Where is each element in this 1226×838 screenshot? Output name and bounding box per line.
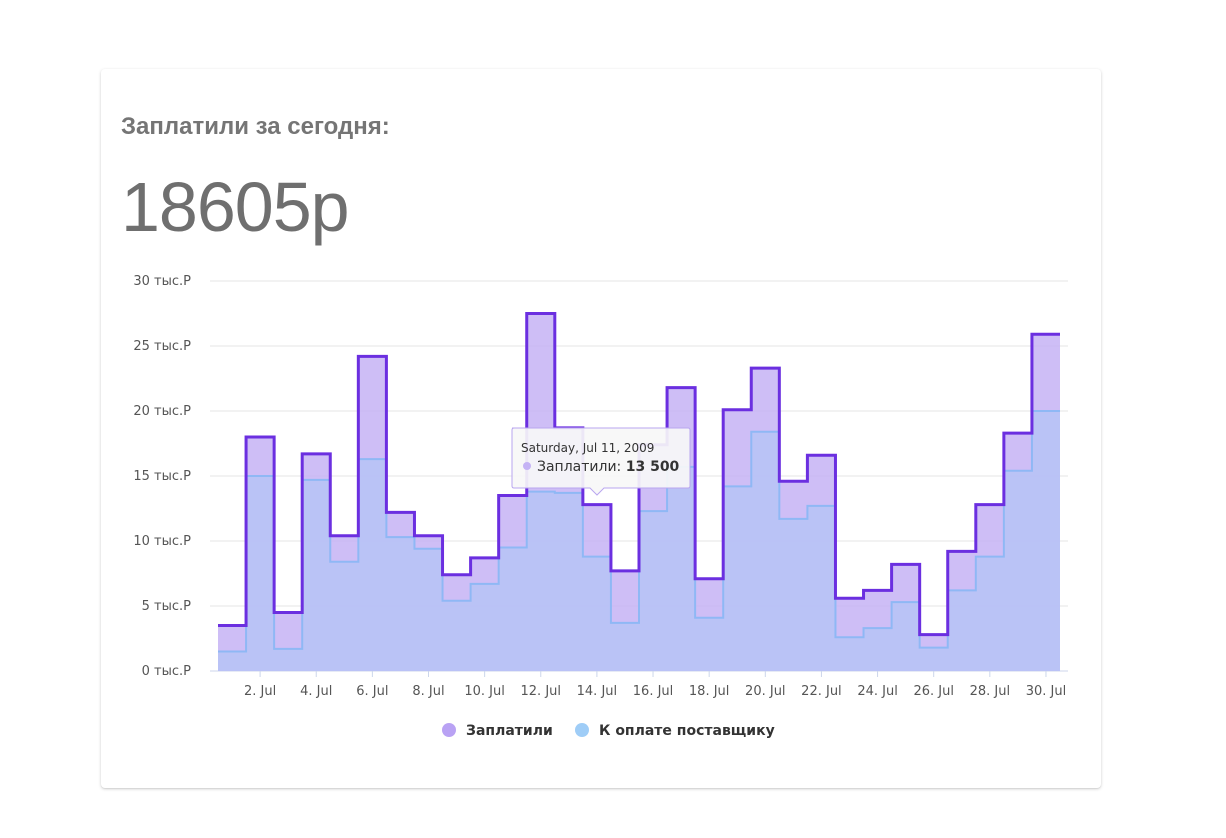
y-tick-label: 25 тыс.Р bbox=[133, 339, 191, 354]
chart-tooltip: Saturday, Jul 11, 2009 Заплатили: 13 500 bbox=[511, 427, 691, 496]
legend-item[interactable]: К оплате поставщику bbox=[599, 723, 775, 739]
x-tick-label: 24. Jul bbox=[857, 684, 898, 699]
y-tick-label: 20 тыс.Р bbox=[133, 404, 191, 419]
x-tick-label: 8. Jul bbox=[412, 684, 444, 699]
legend-marker[interactable] bbox=[442, 723, 456, 737]
tooltip-series-marker bbox=[523, 462, 531, 470]
y-tick-label: 30 тыс.Р bbox=[133, 274, 191, 289]
tooltip-value: 13 500 bbox=[626, 459, 680, 475]
x-tick-label: 10. Jul bbox=[464, 684, 505, 699]
y-tick-label: 10 тыс.Р bbox=[133, 534, 191, 549]
step-area-chart: 0 тыс.Р 5 тыс.Р 10 тыс.Р 15 тыс.Р 20 тыс.Р 25… bbox=[133, 274, 1068, 739]
y-tick-label: 15 тыс.Р bbox=[133, 469, 191, 484]
x-tick-label: 28. Jul bbox=[970, 684, 1011, 699]
x-tick-label: 26. Jul bbox=[913, 684, 954, 699]
x-tick-label: 22. Jul bbox=[801, 684, 842, 699]
x-tick-label: 30. Jul bbox=[1026, 684, 1067, 699]
x-tick-label: 2. Jul bbox=[244, 684, 276, 699]
x-tick-label: 6. Jul bbox=[356, 684, 388, 699]
x-tick-label: 14. Jul bbox=[577, 684, 618, 699]
legend-marker[interactable] bbox=[575, 723, 589, 737]
y-tick-label: 5 тыс.Р bbox=[142, 599, 192, 614]
x-tick-label: 16. Jul bbox=[633, 684, 674, 699]
tooltip-series-name: Заплатили bbox=[537, 459, 617, 475]
tooltip-date: Saturday, Jul 11, 2009 bbox=[521, 441, 654, 455]
tooltip-series-line: Заплатили: 13 500 bbox=[537, 459, 680, 475]
y-tick-label: 0 тыс.Р bbox=[142, 664, 192, 679]
x-tick-label: 12. Jul bbox=[521, 684, 562, 699]
x-tick-label: 4. Jul bbox=[300, 684, 332, 699]
legend-item[interactable]: Заплатили bbox=[466, 723, 553, 739]
x-tick-label: 18. Jul bbox=[689, 684, 730, 699]
x-tick-label: 20. Jul bbox=[745, 684, 786, 699]
